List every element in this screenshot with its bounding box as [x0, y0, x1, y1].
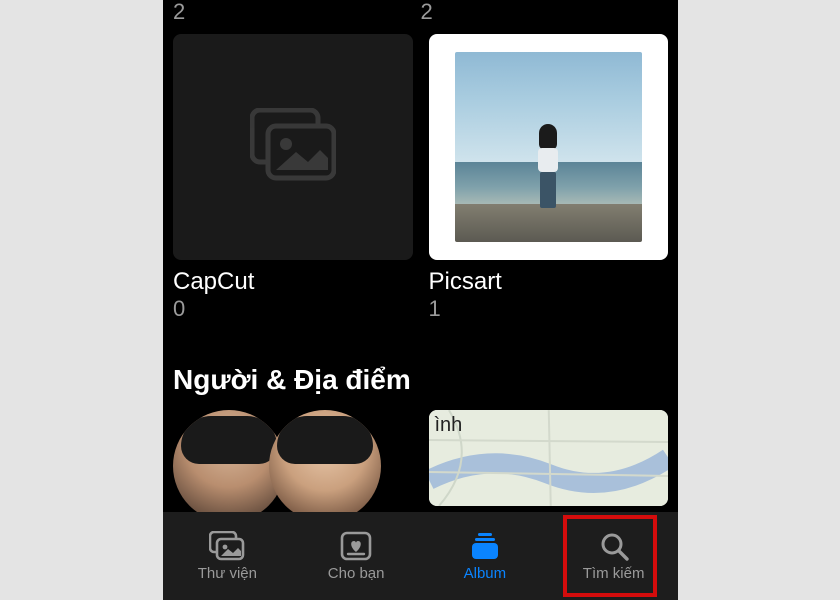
album-count-previous-left: 2 — [173, 0, 421, 24]
album-capcut[interactable]: CapCut 0 — [173, 34, 413, 322]
people-album[interactable] — [173, 410, 413, 506]
photos-app-screen: 2 2 CapCut 0 — [163, 0, 678, 600]
tab-bar: Thư viện Cho bạn Album Tìm kiếm — [163, 512, 678, 600]
album-thumbnail-empty — [173, 34, 413, 260]
heart-card-icon — [340, 531, 372, 561]
photostack-icon — [209, 531, 245, 561]
people-places-row: ình — [163, 396, 678, 506]
album-thumbnail-photo — [429, 34, 669, 260]
album-count-label: 1 — [429, 296, 669, 322]
previous-row-counts: 2 2 — [163, 0, 678, 24]
album-name-label: CapCut — [173, 268, 413, 296]
places-album-map[interactable]: ình — [429, 410, 669, 506]
albums-stack-icon — [469, 531, 501, 561]
album-picsart[interactable]: Picsart 1 — [429, 34, 669, 322]
tab-for-you[interactable]: Cho bạn — [292, 512, 421, 600]
album-name-label: Picsart — [429, 268, 669, 296]
tab-label: Album — [464, 565, 507, 582]
face-avatar — [269, 410, 381, 512]
search-icon — [598, 531, 630, 561]
tab-album[interactable]: Album — [421, 512, 550, 600]
photostack-icon — [250, 108, 336, 187]
tab-label: Thư viện — [198, 565, 257, 582]
tab-search[interactable]: Tìm kiếm — [549, 512, 678, 600]
scroll-content[interactable]: 2 2 CapCut 0 — [163, 0, 678, 512]
section-title-people-places: Người & Địa điểm — [163, 364, 678, 396]
beach-photo-preview — [455, 52, 643, 242]
album-count-label: 0 — [173, 296, 413, 322]
album-count-previous-right: 2 — [421, 0, 669, 24]
tab-library[interactable]: Thư viện — [163, 512, 292, 600]
tab-label: Cho bạn — [328, 565, 385, 582]
tab-label: Tìm kiếm — [583, 565, 645, 582]
albums-row: CapCut 0 Picsart 1 — [163, 24, 678, 322]
map-city-label-partial: ình — [435, 414, 463, 436]
